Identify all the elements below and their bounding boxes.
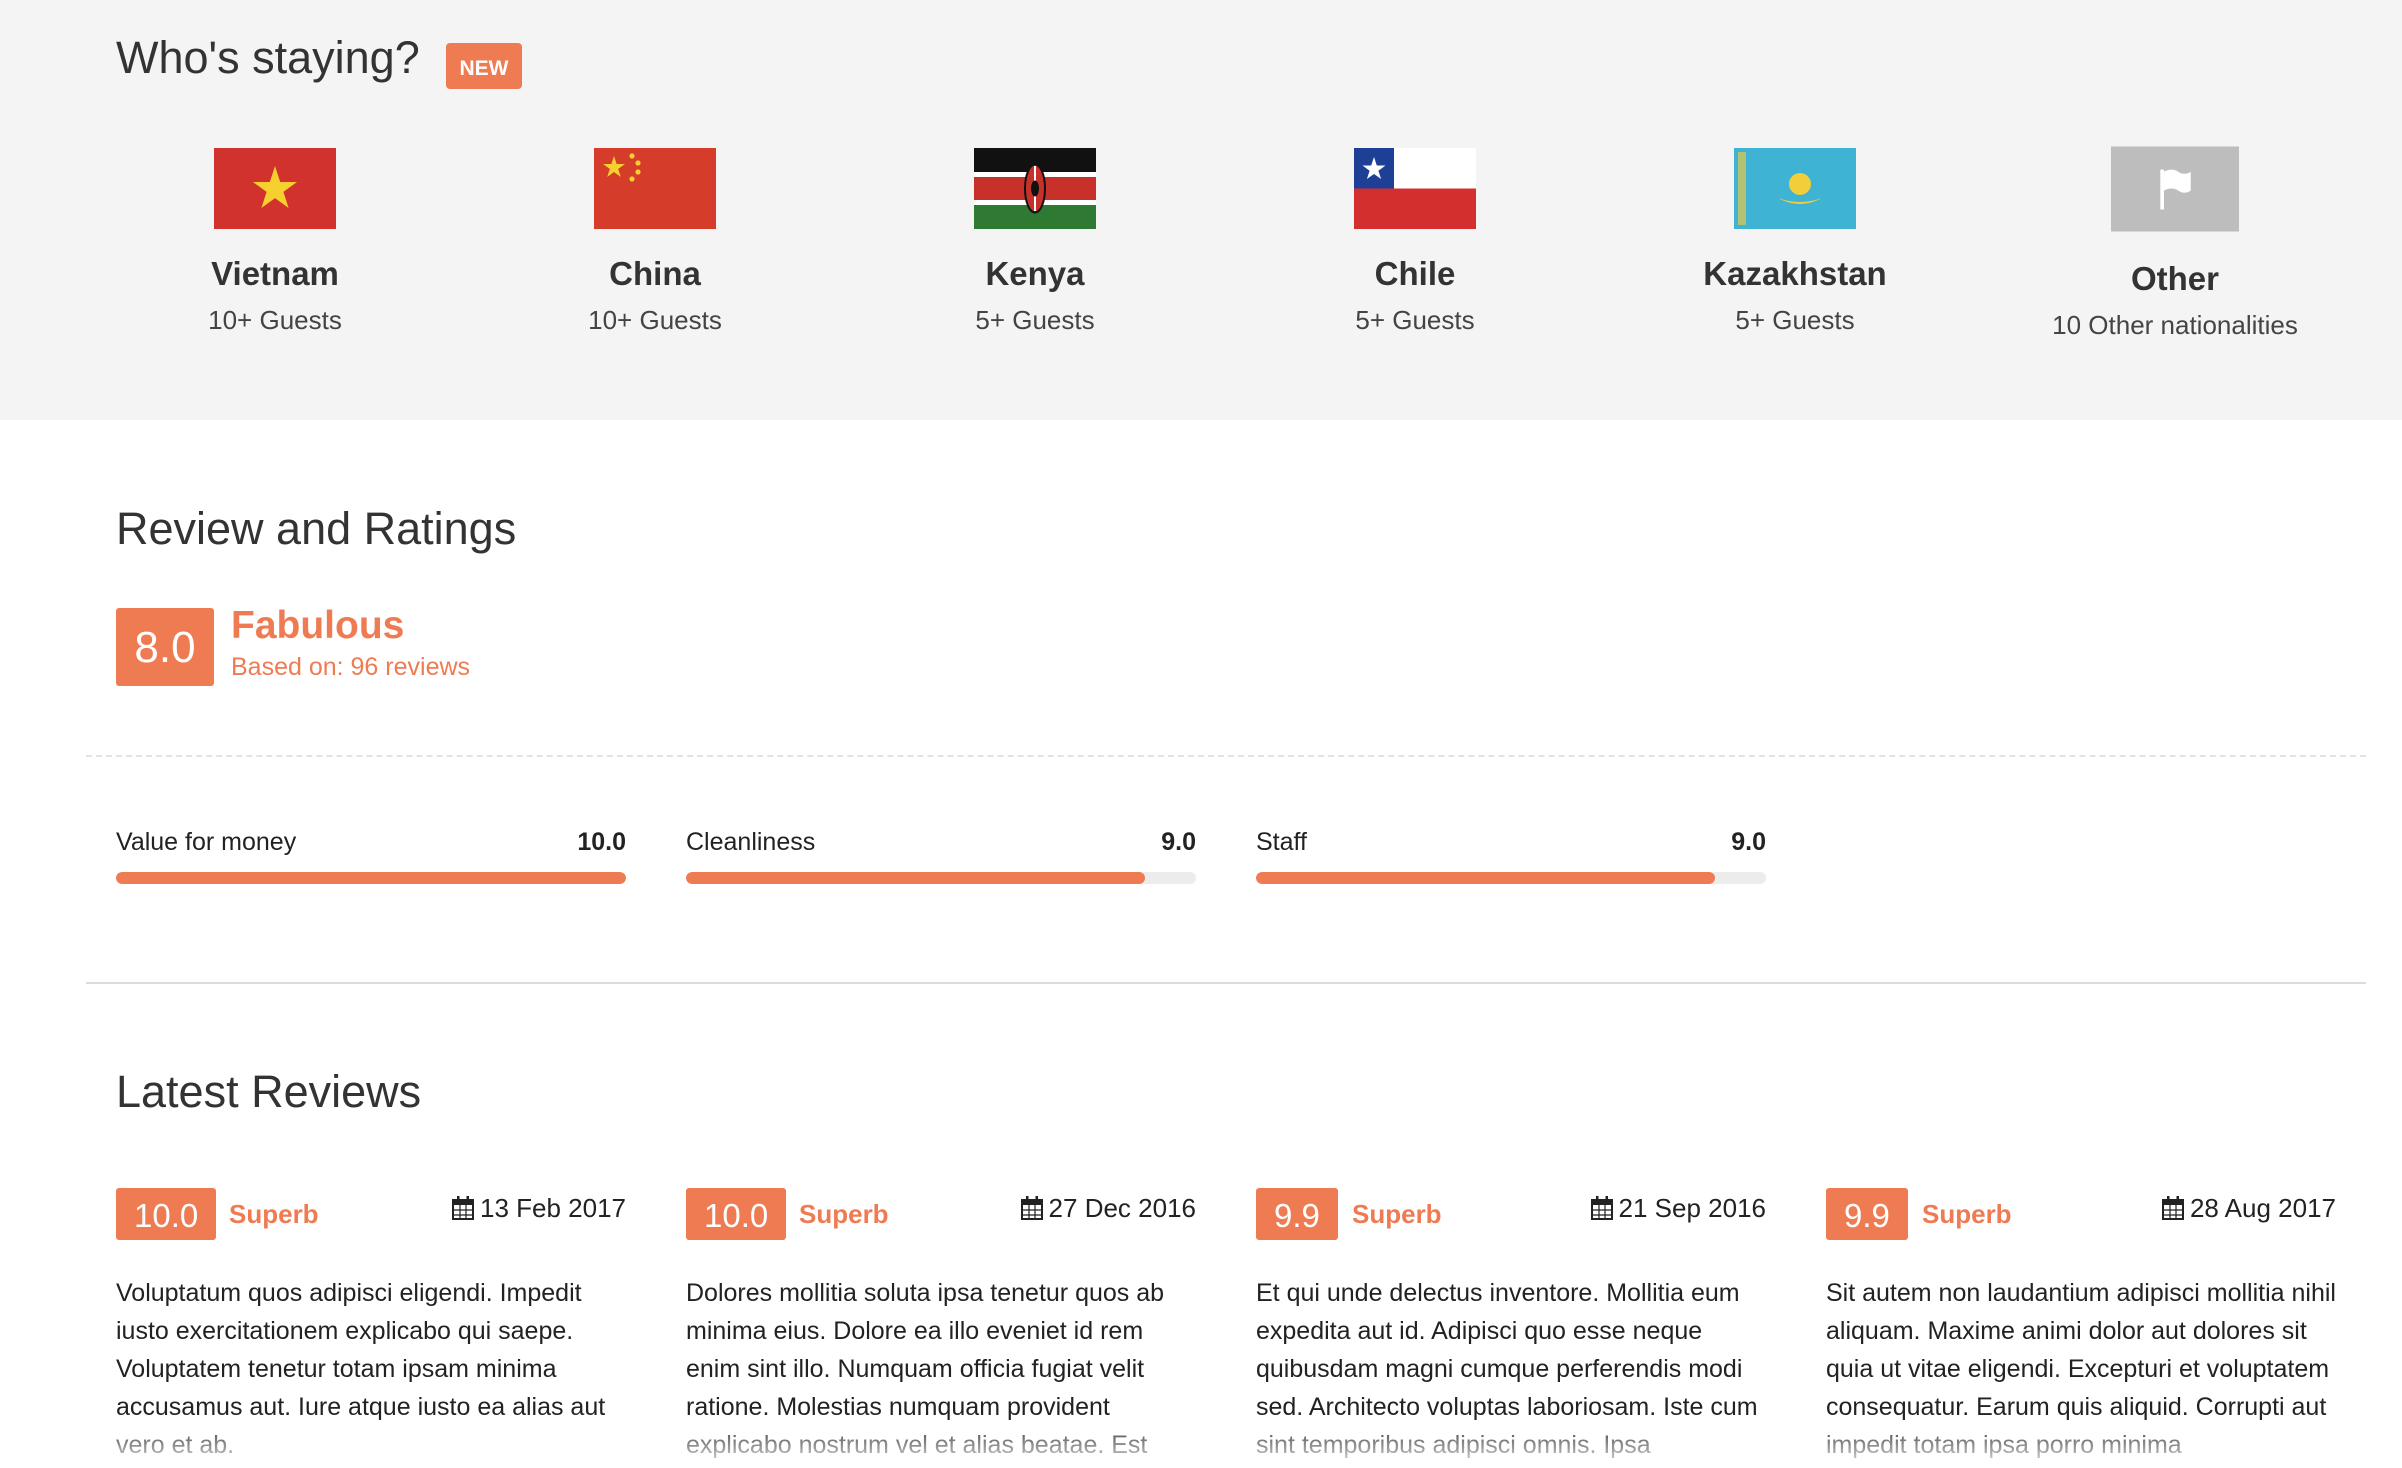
- rating-bar-label: Cleanliness: [686, 828, 816, 856]
- nationality-item-vietnam: Vietnam 10+ Guests: [85, 148, 465, 336]
- generic-flag-icon: [2111, 146, 2239, 232]
- kazakhstan-flag-icon: [1734, 148, 1856, 229]
- section-divider: [86, 982, 2366, 984]
- review-date-text: 13 Feb 2017: [479, 1193, 626, 1223]
- rating-bar-value: 9.0: [1731, 828, 1766, 856]
- whos-staying-title: Who's staying?: [116, 32, 420, 83]
- review-card: 10.0 Superb 27 Dec 2016 Dolores mollitia…: [686, 1188, 1196, 1459]
- section-divider: [86, 755, 2366, 757]
- rating-bar-value: 9.0: [1161, 828, 1196, 856]
- review-level: Superb: [1352, 1199, 1442, 1229]
- rating-bar-track: [1256, 872, 1766, 884]
- rating-bar-fill: [116, 872, 626, 884]
- review-card: 9.9 Superb 28 Aug 2017 Sit autem non lau…: [1826, 1188, 2336, 1459]
- ratings-title: Review and Ratings: [116, 503, 517, 554]
- review-date: 13 Feb 2017: [451, 1193, 626, 1224]
- bottom-fade: [0, 1418, 2402, 1468]
- review-score-badge: 10.0: [116, 1188, 217, 1240]
- rating-bar-track: [686, 872, 1196, 884]
- calendar-icon: [451, 1196, 474, 1220]
- review-level: Superb: [799, 1199, 889, 1229]
- rating-bar-track: [116, 872, 626, 884]
- review-score-badge: 10.0: [686, 1188, 787, 1240]
- chile-flag-icon: [1354, 148, 1476, 229]
- nationality-name: Chile: [1374, 255, 1456, 292]
- rating-bar-value-for-money: Value for money 10.0: [116, 828, 626, 884]
- review-score-badge: 9.9: [1826, 1188, 1908, 1240]
- calendar-icon: [2161, 1196, 2184, 1220]
- nationality-guests: 10+ Guests: [588, 305, 722, 335]
- nationality-guests: 10 Other nationalities: [2052, 310, 2298, 340]
- nationality-name: Kenya: [985, 255, 1085, 292]
- nationality-guests: 5+ Guests: [1355, 305, 1475, 335]
- nationality-item-china: China 10+ Guests: [465, 148, 845, 336]
- rating-bar-cleanliness: Cleanliness 9.0: [686, 828, 1196, 884]
- review-date: 27 Dec 2016: [1020, 1193, 1196, 1224]
- nationality-item-chile: Chile 5+ Guests: [1225, 148, 1605, 336]
- vietnam-flag-icon: [214, 148, 336, 229]
- overall-rating-basis: Based on: 96 reviews: [231, 653, 471, 681]
- review-level: Superb: [1922, 1199, 2012, 1229]
- nationality-item-kenya: Kenya 5+ Guests: [845, 148, 1225, 336]
- whos-staying-section: Who's staying? NEW Vietnam 10+ Guests Ch…: [0, 0, 2402, 420]
- nationality-name: Kazakhstan: [1703, 255, 1887, 292]
- review-card: 9.9 Superb 21 Sep 2016 Et qui unde delec…: [1256, 1188, 1766, 1459]
- review-date: 28 Aug 2017: [2161, 1193, 2336, 1224]
- china-flag-icon: [594, 148, 716, 229]
- review-score-badge: 9.9: [1256, 1188, 1338, 1240]
- rating-bar-fill: [1256, 872, 1715, 884]
- overall-rating-word: Fabulous: [231, 604, 405, 647]
- overall-score-badge: 8.0: [116, 608, 214, 686]
- calendar-icon: [1020, 1196, 1043, 1220]
- nationality-guests: 5+ Guests: [1735, 305, 1855, 335]
- nationality-guests: 10+ Guests: [208, 305, 342, 335]
- review-date-text: 28 Aug 2017: [2189, 1193, 2336, 1223]
- rating-bar-label: Value for money: [116, 828, 297, 856]
- nationality-name: Other: [2130, 260, 2219, 297]
- calendar-icon: [1590, 1196, 1613, 1220]
- nationality-name: Vietnam: [211, 255, 339, 292]
- rating-bar-fill: [686, 872, 1145, 884]
- kenya-flag-icon: [974, 148, 1096, 229]
- review-date: 21 Sep 2016: [1590, 1193, 1766, 1224]
- review-card: 10.0 Superb 13 Feb 2017 Voluptatum quos …: [116, 1188, 626, 1459]
- nationality-item-kazakhstan: Kazakhstan 5+ Guests: [1605, 148, 1985, 336]
- rating-bar-staff: Staff 9.0: [1256, 828, 1766, 884]
- nationality-item-other: Other 10 Other nationalities: [1985, 146, 2365, 341]
- review-date-text: 27 Dec 2016: [1048, 1193, 1196, 1223]
- nationality-guests: 5+ Guests: [975, 305, 1095, 335]
- rating-bar-label: Staff: [1256, 828, 1307, 856]
- rating-bar-value: 10.0: [577, 828, 626, 856]
- review-date-text: 21 Sep 2016: [1618, 1193, 1766, 1223]
- nationality-name: China: [609, 255, 701, 292]
- latest-reviews-title: Latest Reviews: [116, 1066, 422, 1117]
- new-badge: NEW: [446, 43, 522, 89]
- review-level: Superb: [229, 1199, 319, 1229]
